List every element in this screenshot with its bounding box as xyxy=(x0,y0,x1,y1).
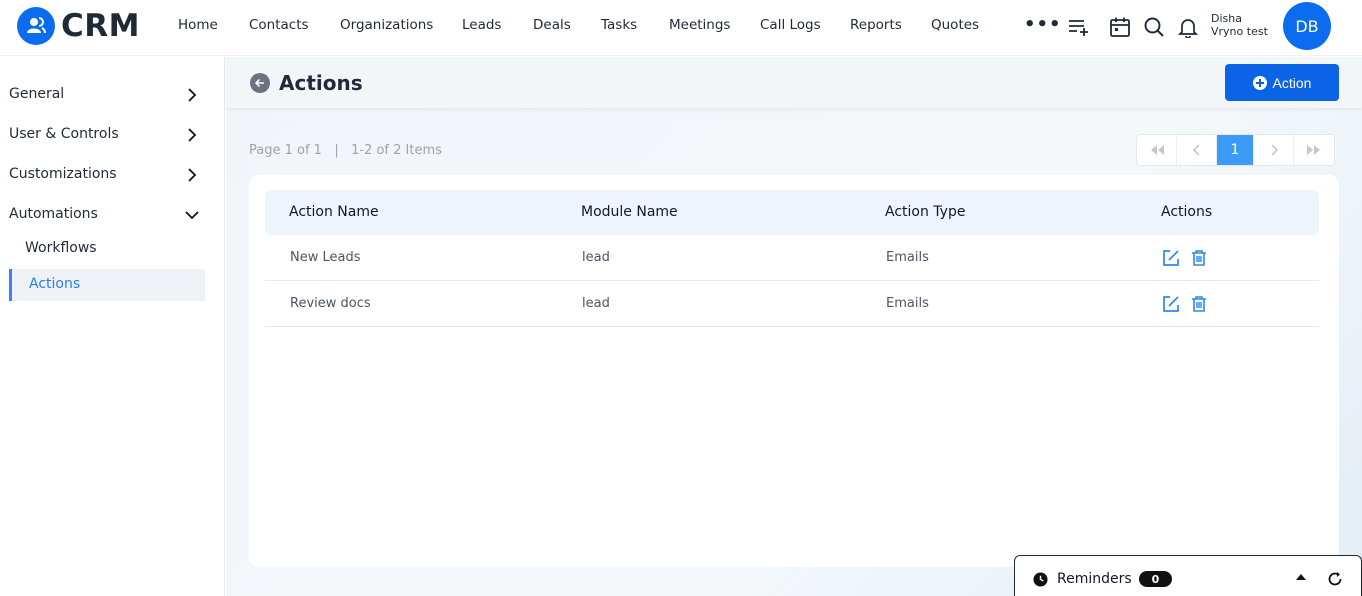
cell-action-name[interactable]: Review docs xyxy=(290,296,371,311)
page-header: Actions Action xyxy=(226,57,1362,108)
cell-module-name: lead xyxy=(582,296,610,311)
sidebar-subitem-workflows[interactable]: Workflows xyxy=(25,240,97,256)
calendar-icon[interactable] xyxy=(1109,16,1131,38)
cell-module-name: lead xyxy=(582,250,610,265)
cell-action-name[interactable]: New Leads xyxy=(290,250,361,265)
nav-reports[interactable]: Reports xyxy=(850,17,902,33)
delete-icon[interactable] xyxy=(1190,249,1208,267)
edit-icon[interactable] xyxy=(1162,249,1180,267)
sidebar-item-label: User & Controls xyxy=(9,126,119,142)
nav-quotes[interactable]: Quotes xyxy=(931,17,979,33)
table-row: New Leads lead Emails xyxy=(265,235,1319,281)
cell-action-type: Emails xyxy=(886,250,929,265)
sidebar-subitem-label: Actions xyxy=(29,276,81,292)
page-title: Actions xyxy=(279,71,363,95)
prev-page-button[interactable] xyxy=(1177,135,1217,165)
back-arrow-icon[interactable] xyxy=(250,73,270,93)
chevron-right-icon xyxy=(188,128,197,142)
more-menu-icon[interactable]: ••• xyxy=(1024,14,1062,35)
sidebar-item-label: Automations xyxy=(9,206,98,222)
paging-info: Page 1 of 1 | 1-2 of 2 Items xyxy=(249,143,442,158)
nav-deals[interactable]: Deals xyxy=(533,17,571,33)
actions-table-card: Action Name Module Name Action Type Acti… xyxy=(249,175,1339,567)
cell-action-type: Emails xyxy=(886,296,929,311)
nav-contacts[interactable]: Contacts xyxy=(249,17,309,33)
chevron-right-icon xyxy=(1270,144,1278,156)
user-org-name: Vryno test xyxy=(1211,25,1268,38)
table-header: Action Name Module Name Action Type Acti… xyxy=(265,190,1319,235)
nav-call-logs[interactable]: Call Logs xyxy=(760,17,821,33)
reminders-label: Reminders xyxy=(1057,571,1132,587)
table-row: Review docs lead Emails xyxy=(265,281,1319,327)
nav-meetings[interactable]: Meetings xyxy=(669,17,730,33)
sidebar-item-label: Customizations xyxy=(9,166,117,182)
bell-icon[interactable] xyxy=(1177,16,1199,38)
sidebar-item-automations[interactable]: Automations xyxy=(9,206,205,228)
user-info[interactable]: Disha Vryno test xyxy=(1211,12,1268,38)
next-page-button[interactable] xyxy=(1254,135,1294,165)
nav-tasks[interactable]: Tasks xyxy=(601,17,637,33)
app-logo[interactable]: CRM xyxy=(17,7,140,45)
refresh-icon[interactable] xyxy=(1327,571,1343,587)
column-header-module-name[interactable]: Module Name xyxy=(581,204,678,220)
column-header-actions: Actions xyxy=(1161,204,1213,220)
nav-leads[interactable]: Leads xyxy=(462,17,501,33)
chevron-right-icon xyxy=(188,88,197,102)
sidebar-item-label: General xyxy=(9,86,65,102)
crm-logo-icon xyxy=(17,7,55,45)
sidebar-item-customizations[interactable]: Customizations xyxy=(9,166,205,188)
pagination: 1 xyxy=(1136,134,1335,166)
nav-home[interactable]: Home xyxy=(178,17,218,33)
column-header-action-type[interactable]: Action Type xyxy=(885,204,965,220)
sidebar-item-general[interactable]: General xyxy=(9,86,205,108)
settings-sidebar: General User & Controls Customizations A… xyxy=(0,57,225,596)
add-action-button[interactable]: Action xyxy=(1225,64,1339,101)
add-list-icon[interactable] xyxy=(1067,16,1089,38)
column-header-action-name[interactable]: Action Name xyxy=(289,204,379,220)
chevron-right-icon xyxy=(188,168,197,182)
main-content: Actions Action Page 1 of 1 | 1-2 of 2 It… xyxy=(226,57,1362,596)
search-icon[interactable] xyxy=(1143,16,1165,38)
first-page-button[interactable] xyxy=(1137,135,1177,165)
reminders-count-badge: 0 xyxy=(1139,571,1172,587)
delete-icon[interactable] xyxy=(1190,295,1208,313)
page-number-current[interactable]: 1 xyxy=(1217,135,1254,165)
chevron-down-icon xyxy=(185,211,199,220)
last-page-button[interactable] xyxy=(1294,135,1334,165)
double-chevron-right-icon xyxy=(1307,145,1320,155)
double-chevron-left-icon xyxy=(1150,145,1164,155)
top-navbar: CRM Home Contacts Organizations Leads De… xyxy=(0,0,1362,56)
plus-circle-icon xyxy=(1252,75,1267,90)
nav-organizations[interactable]: Organizations xyxy=(340,17,433,33)
chevron-left-icon xyxy=(1192,144,1200,156)
user-first-name: Disha xyxy=(1211,12,1242,25)
reminders-panel[interactable]: Reminders 0 xyxy=(1014,555,1362,596)
add-action-label: Action xyxy=(1272,74,1312,91)
clock-icon xyxy=(1033,572,1048,587)
edit-icon[interactable] xyxy=(1162,295,1180,313)
logo-text: CRM xyxy=(61,8,140,44)
caret-up-icon[interactable] xyxy=(1296,574,1306,580)
sidebar-subitem-actions[interactable]: Actions xyxy=(9,269,205,301)
avatar[interactable]: DB xyxy=(1283,2,1331,50)
sidebar-item-user-controls[interactable]: User & Controls xyxy=(9,126,205,148)
